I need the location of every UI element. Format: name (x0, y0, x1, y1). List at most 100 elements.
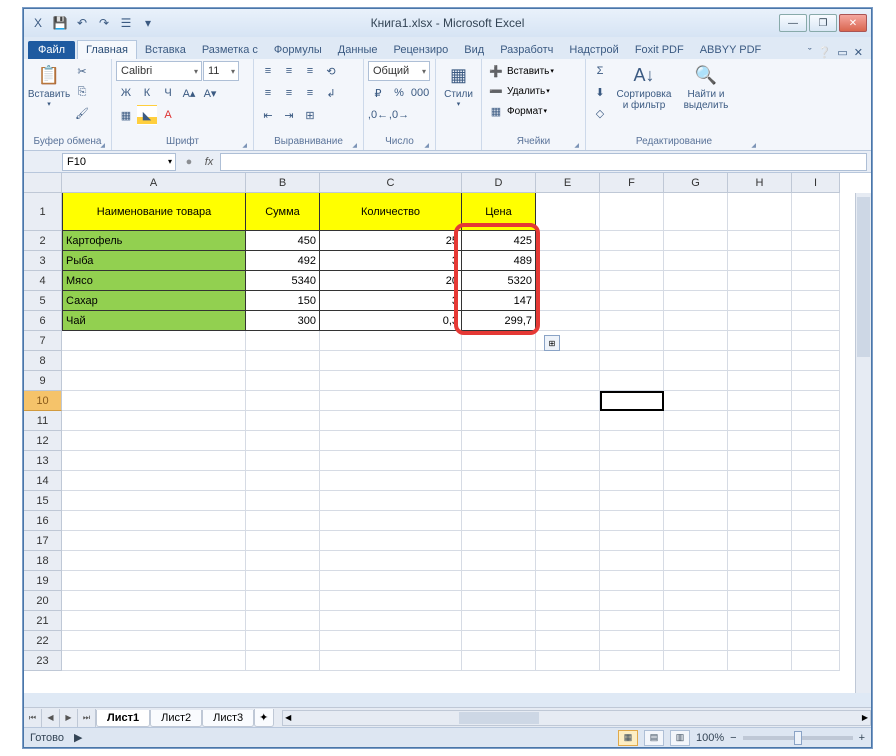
cell-E9[interactable] (536, 371, 600, 391)
cell-G17[interactable] (664, 531, 728, 551)
cell-C21[interactable] (320, 611, 462, 631)
cell-H18[interactable] (728, 551, 792, 571)
cell-G4[interactable] (664, 271, 728, 291)
cell-B21[interactable] (246, 611, 320, 631)
cell-G21[interactable] (664, 611, 728, 631)
cell-H10[interactable] (728, 391, 792, 411)
cell-A3[interactable]: Рыба (62, 251, 246, 271)
cell-E12[interactable] (536, 431, 600, 451)
cell-I11[interactable] (792, 411, 840, 431)
border-button[interactable]: ▦ (116, 105, 136, 125)
tab-formulas[interactable]: Формулы (266, 41, 330, 59)
view-layout-button[interactable]: ▤ (644, 730, 664, 746)
cell-G10[interactable] (664, 391, 728, 411)
cell-I14[interactable] (792, 471, 840, 491)
format-cells-button[interactable]: Формат (507, 106, 543, 117)
cell-F21[interactable] (600, 611, 664, 631)
cell-H6[interactable] (728, 311, 792, 331)
cell-A4[interactable]: Мясо (62, 271, 246, 291)
cell-B23[interactable] (246, 651, 320, 671)
row-header-8[interactable]: 8 (24, 351, 62, 371)
view-pagebreak-button[interactable]: ▥ (670, 730, 690, 746)
currency-button[interactable]: ₽ (368, 83, 388, 103)
cell-A2[interactable]: Картофель (62, 231, 246, 251)
cell-A23[interactable] (62, 651, 246, 671)
cell-B4[interactable]: 5340 (246, 271, 320, 291)
tab-insert[interactable]: Вставка (137, 41, 194, 59)
cell-A13[interactable] (62, 451, 246, 471)
cell-B20[interactable] (246, 591, 320, 611)
col-header-F[interactable]: F (600, 173, 664, 193)
cell-F6[interactable] (600, 311, 664, 331)
merge-button[interactable]: ⊞ (300, 105, 320, 125)
font-grow-button[interactable]: A▴ (179, 83, 199, 103)
row-header-17[interactable]: 17 (24, 531, 62, 551)
cell-F4[interactable] (600, 271, 664, 291)
cell-G22[interactable] (664, 631, 728, 651)
cell-F16[interactable] (600, 511, 664, 531)
cell-G14[interactable] (664, 471, 728, 491)
font-name-combo[interactable]: Calibri (116, 61, 202, 81)
row-header-3[interactable]: 3 (24, 251, 62, 271)
cell-G5[interactable] (664, 291, 728, 311)
cell-D17[interactable] (462, 531, 536, 551)
cell-E6[interactable] (536, 311, 600, 331)
font-size-combo[interactable]: 11 (203, 61, 239, 81)
cell-D5[interactable]: 147 (462, 291, 536, 311)
cell-A12[interactable] (62, 431, 246, 451)
cell-C1[interactable]: Количество (320, 193, 462, 231)
cell-B15[interactable] (246, 491, 320, 511)
cell-I6[interactable] (792, 311, 840, 331)
fx-button[interactable]: fx (198, 156, 220, 168)
cell-I5[interactable] (792, 291, 840, 311)
cell-H15[interactable] (728, 491, 792, 511)
col-header-C[interactable]: C (320, 173, 462, 193)
cell-G15[interactable] (664, 491, 728, 511)
sheet-nav-prev[interactable]: ◀ (42, 709, 60, 727)
cell-E22[interactable] (536, 631, 600, 651)
cell-H12[interactable] (728, 431, 792, 451)
col-header-A[interactable]: A (62, 173, 246, 193)
cell-D22[interactable] (462, 631, 536, 651)
cell-I19[interactable] (792, 571, 840, 591)
cell-A21[interactable] (62, 611, 246, 631)
horizontal-scrollbar[interactable]: ◀▶ (282, 710, 871, 726)
cell-C13[interactable] (320, 451, 462, 471)
cell-E21[interactable] (536, 611, 600, 631)
cell-I18[interactable] (792, 551, 840, 571)
cell-C19[interactable] (320, 571, 462, 591)
font-color-button[interactable]: A (158, 105, 178, 125)
undo-button[interactable]: ↶ (72, 13, 92, 33)
delete-cells-button[interactable]: Удалить (507, 86, 545, 97)
font-shrink-button[interactable]: A▾ (200, 83, 220, 103)
cell-H13[interactable] (728, 451, 792, 471)
cell-G6[interactable] (664, 311, 728, 331)
cell-E11[interactable] (536, 411, 600, 431)
tab-view[interactable]: Вид (456, 41, 492, 59)
close-button[interactable]: ✕ (839, 14, 867, 32)
minimize-button[interactable]: — (779, 14, 807, 32)
cell-H23[interactable] (728, 651, 792, 671)
cell-G9[interactable] (664, 371, 728, 391)
row-header-5[interactable]: 5 (24, 291, 62, 311)
cell-I12[interactable] (792, 431, 840, 451)
increase-indent-button[interactable]: ⇥ (279, 105, 299, 125)
cell-C17[interactable] (320, 531, 462, 551)
col-header-G[interactable]: G (664, 173, 728, 193)
row-header-20[interactable]: 20 (24, 591, 62, 611)
percent-button[interactable]: % (389, 83, 409, 103)
tab-data[interactable]: Данные (330, 41, 386, 59)
cell-A8[interactable] (62, 351, 246, 371)
cell-A11[interactable] (62, 411, 246, 431)
cell-E5[interactable] (536, 291, 600, 311)
row-header-15[interactable]: 15 (24, 491, 62, 511)
cell-H14[interactable] (728, 471, 792, 491)
cell-D8[interactable] (462, 351, 536, 371)
cell-A22[interactable] (62, 631, 246, 651)
cell-D12[interactable] (462, 431, 536, 451)
sheet-nav-last[interactable]: ⏭ (78, 709, 96, 727)
tab-abbyy[interactable]: ABBYY PDF (692, 41, 770, 59)
tab-file[interactable]: Файл (28, 41, 75, 59)
cell-E23[interactable] (536, 651, 600, 671)
cell-E19[interactable] (536, 571, 600, 591)
